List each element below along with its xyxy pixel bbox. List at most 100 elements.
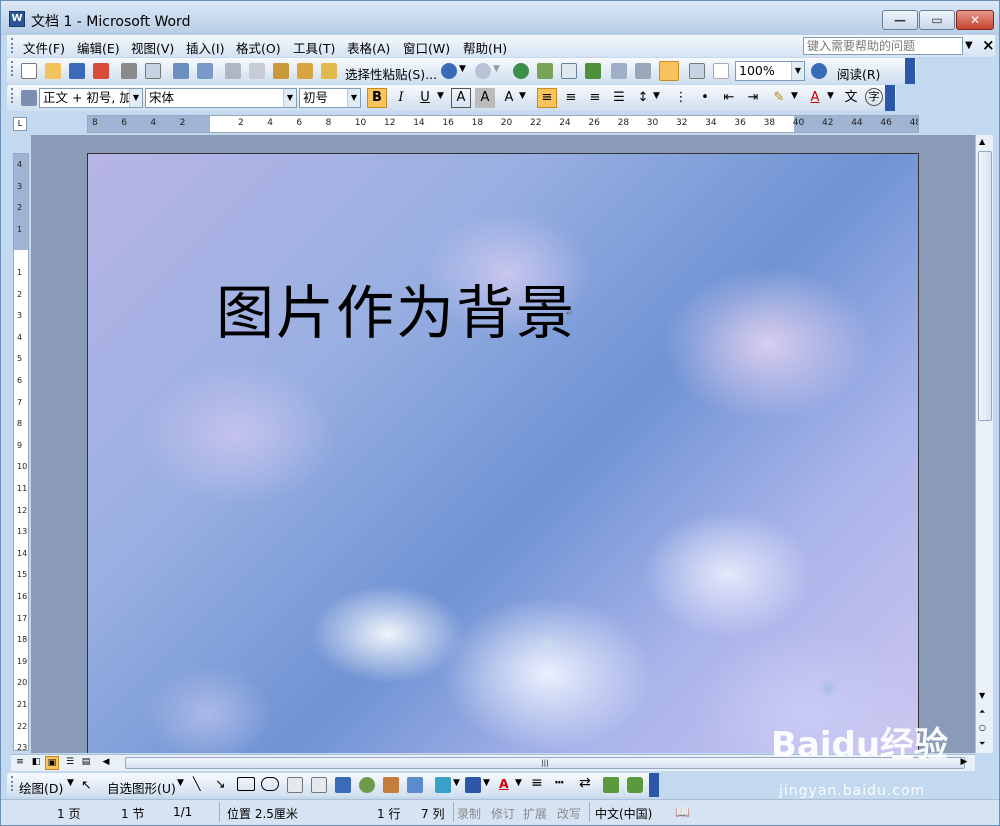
styles-icon[interactable] [21,90,37,106]
insert-table-icon[interactable] [561,63,577,79]
underline-button[interactable]: U [415,88,435,108]
bullets-button[interactable]: • [695,88,715,108]
toolbar-grip[interactable] [11,38,14,53]
status-overtype[interactable]: 改写 [557,805,581,822]
normal-view-icon[interactable]: ≡ [13,756,27,770]
select-objects-icon[interactable]: ↖ [81,777,91,792]
arrow-style-icon[interactable]: ⇄ [579,775,591,791]
draw-menu-button[interactable]: 绘图(D) [19,778,63,797]
char-scale-button[interactable]: A [499,88,519,108]
drawing-icon[interactable] [635,63,651,79]
status-extend[interactable]: 扩展 [523,805,547,822]
horizontal-ruler[interactable]: 8 6 4 2 2 4 6 8 10 12 14 16 18 20 22 24 26 28 30 32 34 36 38 40… [87,115,919,133]
document-workspace[interactable]: 图片作为背景 ↵ [31,135,975,753]
status-language[interactable]: 中文(中国) [595,805,652,822]
select-browse-object-icon[interactable]: ⏶ [979,707,985,717]
save-icon[interactable] [69,63,85,79]
menu-format[interactable]: 格式(O) [236,38,281,57]
copy-icon[interactable] [249,63,265,79]
menu-view[interactable]: 视图(V) [131,38,174,57]
highlight-icon[interactable]: ✎ [769,88,789,108]
wordart-icon[interactable] [335,777,351,793]
dash-style-icon[interactable]: ┅ [555,775,563,791]
font-select[interactable]: 宋体 ▼ [145,88,297,108]
read-mode-button[interactable]: 阅读(R) [837,64,880,83]
scroll-up-icon[interactable]: ▲ [979,137,985,146]
web-view-icon[interactable]: ◧ [29,756,43,770]
spelling-icon[interactable] [173,63,189,79]
chevron-down-icon[interactable]: ▼ [493,64,500,74]
status-record[interactable]: 录制 [457,805,481,822]
toolbar-options-button[interactable] [649,773,659,797]
paste-options-icon[interactable] [297,63,313,79]
tables-borders-icon[interactable] [537,63,553,79]
font-color-icon[interactable]: A [499,776,509,791]
justify-button[interactable]: ☰ [609,88,629,108]
permission-icon[interactable] [93,63,109,79]
document-heading[interactable]: 图片作为背景 [216,266,576,350]
chevron-down-icon[interactable]: ▼ [67,778,74,788]
document-page[interactable]: 图片作为背景 ↵ [87,153,919,753]
chevron-down-icon[interactable]: ▼ [519,91,526,101]
vertical-scrollbar[interactable]: ▲ ▼ ⏶ ○ ⏷ [975,135,993,753]
toolbar-grip[interactable] [11,88,14,103]
vertical-ruler[interactable]: 4 3 2 1 1 2 3 4 5 6 7 8 9 10 11 12 13 14 15 16 17 18 19 20 21 22 2… [13,153,29,751]
insert-picture-icon[interactable] [407,777,423,793]
align-center-button[interactable]: ≡ [561,88,581,108]
line-spacing-button[interactable]: ↕ [633,88,653,108]
chevron-down-icon[interactable]: ▼ [177,778,184,788]
toolbar-options-button[interactable] [885,85,895,111]
chevron-down-icon[interactable]: ▼ [653,91,660,101]
arrow-tool-icon[interactable]: ↘ [215,776,225,791]
textbox-tool-icon[interactable] [287,777,303,793]
close-icon[interactable]: × [982,36,995,54]
scroll-left-icon[interactable]: ◀ [99,756,113,770]
vertical-textbox-icon[interactable] [311,777,327,793]
toolbar-grip[interactable] [11,61,14,76]
toolbar-options-button[interactable] [905,58,915,84]
menu-table[interactable]: 表格(A) [347,38,390,57]
char-border-button[interactable]: A [451,88,471,108]
bold-button[interactable]: B [367,88,387,108]
menu-insert[interactable]: 插入(I) [186,38,224,57]
status-track-changes[interactable]: 修订 [491,805,515,822]
chevron-down-icon[interactable]: ▼ [459,64,466,74]
oval-tool-icon[interactable] [261,777,279,791]
hyperlink-icon[interactable] [513,63,529,79]
menu-edit[interactable]: 编辑(E) [77,38,120,57]
fill-color-icon[interactable] [435,777,451,793]
scroll-right-icon[interactable]: ▶ [957,756,971,770]
chevron-down-icon[interactable]: ▼ [483,778,490,788]
align-left-button[interactable]: ≡ [537,88,557,108]
columns-icon[interactable] [611,63,627,79]
tab-selector[interactable]: L [13,117,27,131]
research-icon[interactable] [197,63,213,79]
print-preview-icon[interactable] [145,63,161,79]
menu-file[interactable]: 文件(F) [23,38,65,57]
help-search-input[interactable]: 键入需要帮助的问题 [803,37,963,55]
chevron-down-icon[interactable]: ▼ [453,778,460,788]
paste-special-button[interactable]: 选择性粘贴(S)... [345,64,437,83]
paste-icon[interactable] [273,63,289,79]
increase-indent-button[interactable]: ⇥ [743,88,763,108]
enclose-char-button[interactable]: 字 [865,88,883,106]
outline-view-icon[interactable]: ☰ [63,756,77,770]
browse-object-icon[interactable]: ○ [979,723,986,732]
vertical-scroll-thumb[interactable] [978,151,992,421]
font-size-select[interactable]: 初号 ▼ [299,88,361,108]
print-layout-view-icon[interactable]: ▣ [45,756,59,770]
redo-icon[interactable] [475,63,491,79]
close-button[interactable]: ✕ [956,10,994,30]
chevron-down-icon[interactable]: ▼ [827,91,834,101]
italic-button[interactable]: I [391,88,411,108]
toolbar-grip[interactable] [11,776,14,791]
new-doc-icon[interactable] [21,63,37,79]
line-color-icon[interactable] [465,777,481,793]
next-page-icon[interactable]: ⏷ [979,739,985,749]
autoshapes-button[interactable]: 自选图形(U) [107,778,176,797]
undo-icon[interactable] [441,63,457,79]
format-painter-icon[interactable] [321,63,337,79]
diagram-icon[interactable] [359,777,375,793]
style-select[interactable]: 正文 + 初号, 加 ▼ [39,88,143,108]
chevron-down-icon[interactable]: ▼ [965,40,973,51]
